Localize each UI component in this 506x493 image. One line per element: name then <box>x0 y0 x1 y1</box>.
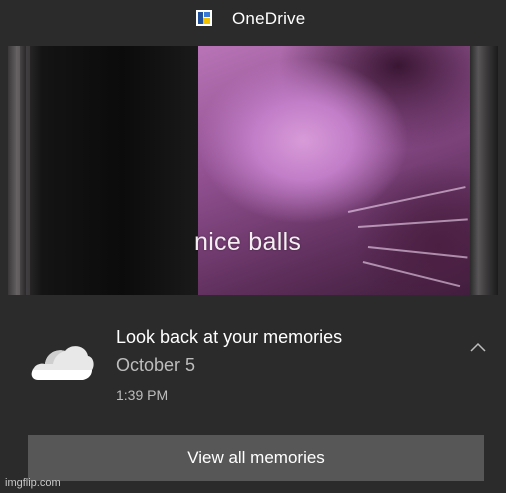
onedrive-cloud-icon <box>31 346 94 380</box>
view-all-memories-button[interactable]: View all memories <box>28 435 484 481</box>
notification-title: Look back at your memories <box>116 327 343 347</box>
notification-time: 1:39 PM <box>116 387 169 403</box>
memory-photo[interactable]: nice balls <box>8 46 498 295</box>
photo-right-edge <box>470 46 498 295</box>
photo-dark-panel <box>8 46 198 295</box>
onedrive-app-icon <box>196 10 212 26</box>
app-name: OneDrive <box>232 9 306 28</box>
photo-cat-closeup <box>198 46 470 295</box>
photo-caption: nice balls <box>194 228 302 256</box>
toast-header: OneDrive <box>0 0 506 46</box>
chevron-up-icon[interactable] <box>470 341 486 353</box>
imgflip-watermark: imgflip.com <box>5 477 61 489</box>
notification-date: October 5 <box>116 355 196 375</box>
